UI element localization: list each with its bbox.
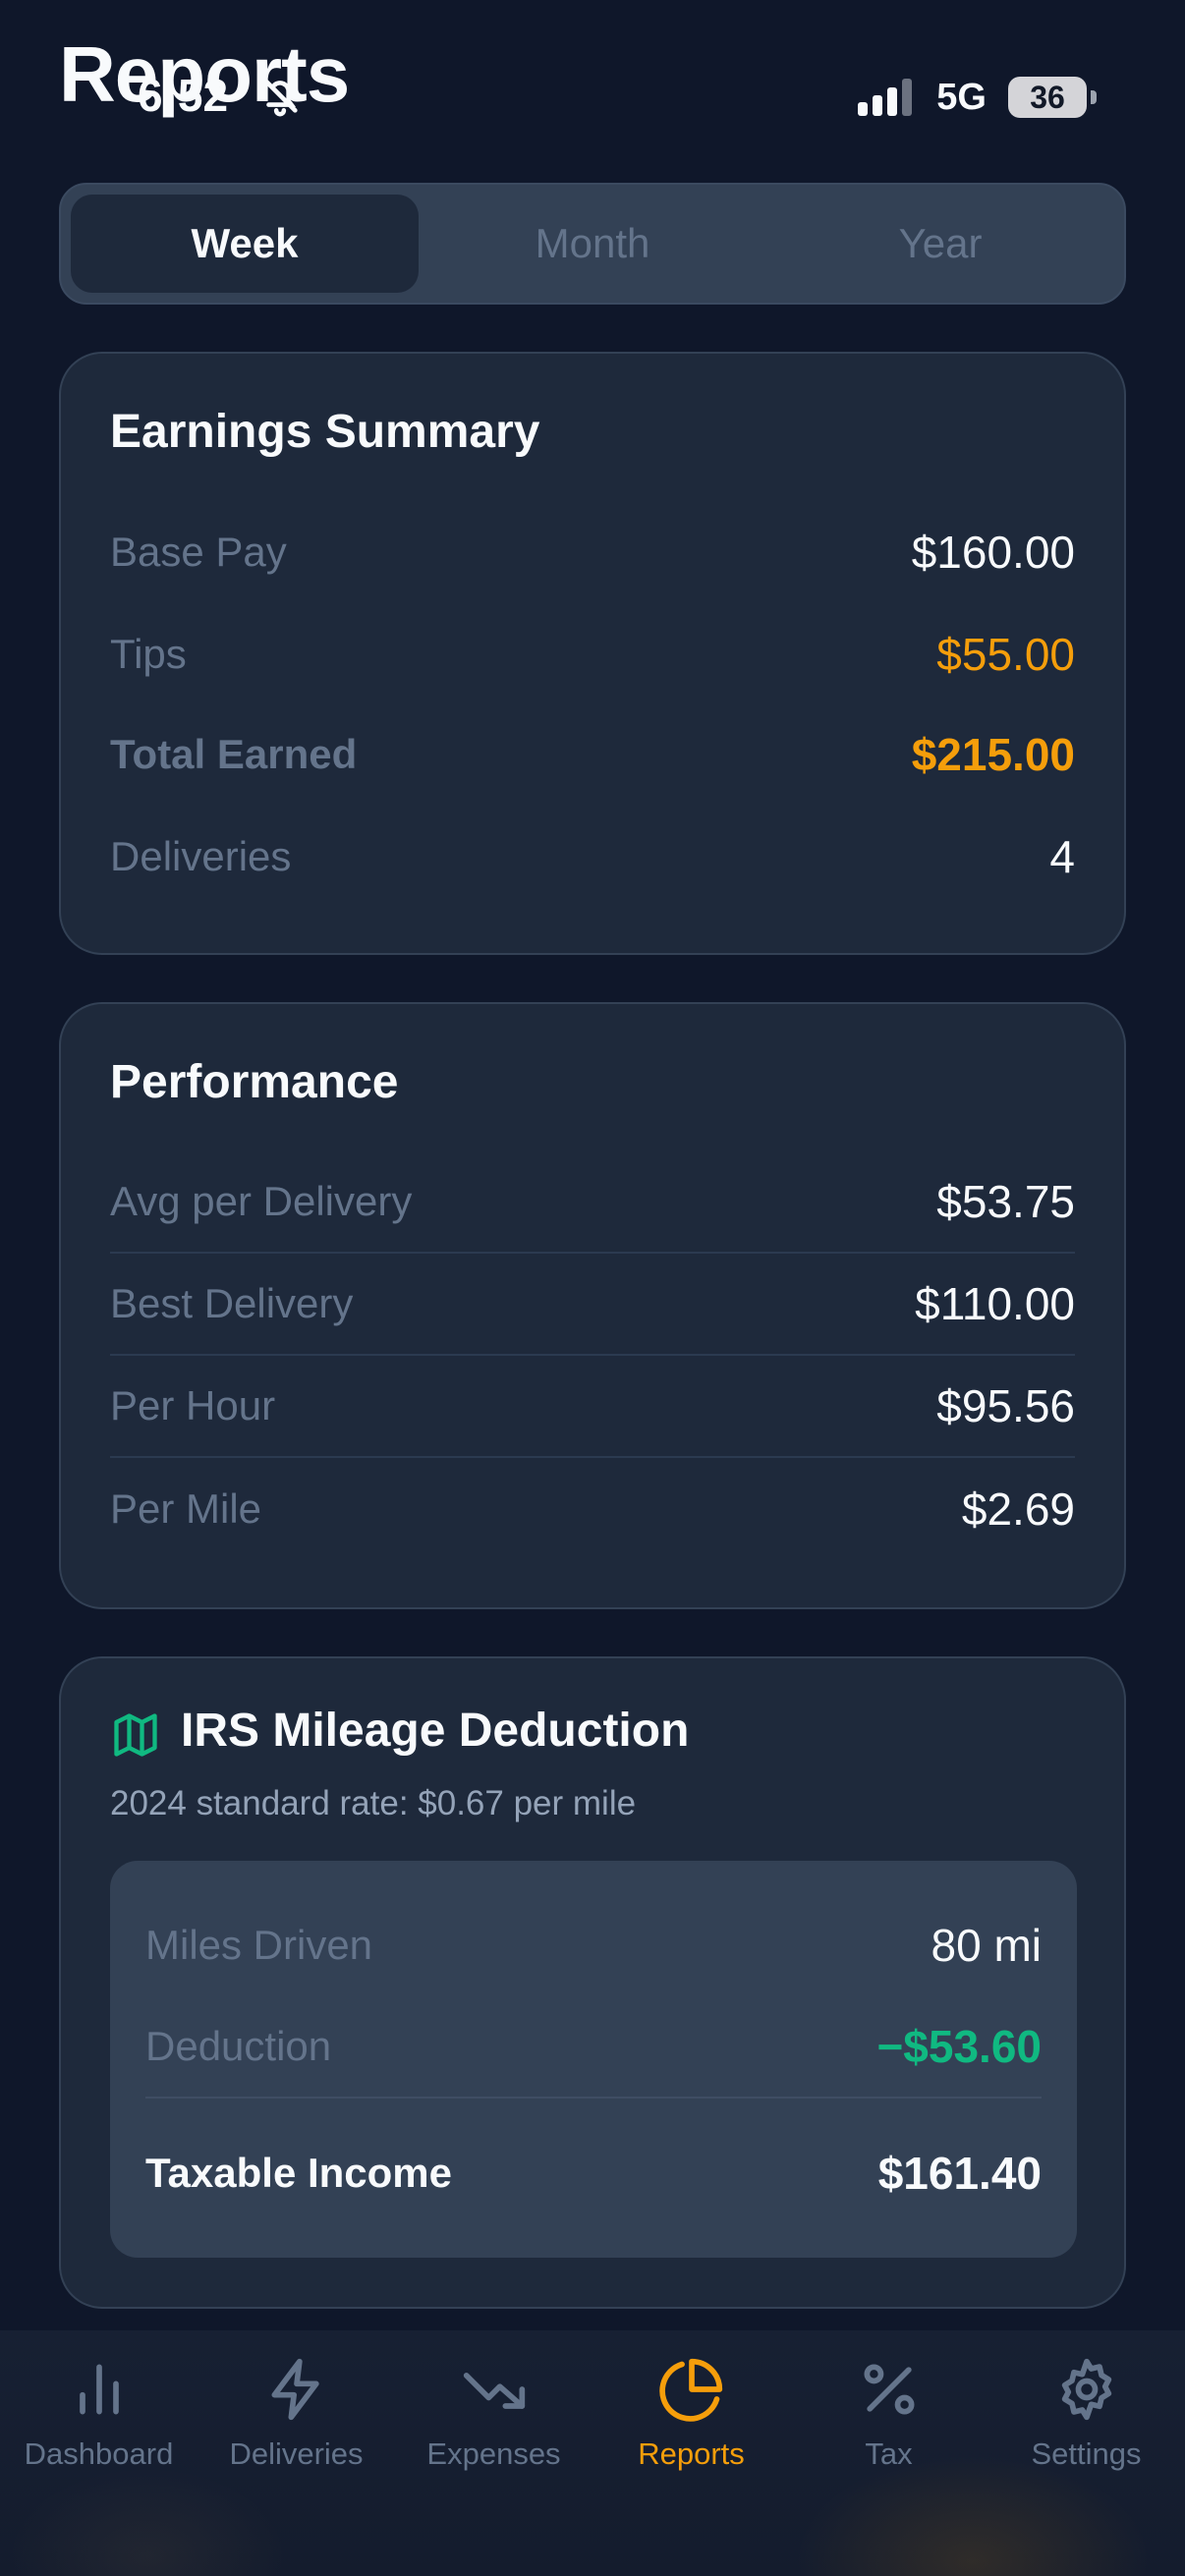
tab-month[interactable]: Month — [419, 195, 766, 293]
nav-deliveries[interactable]: Deliveries — [198, 2330, 395, 2576]
irs-mileage-card: IRS Mileage Deduction 2024 standard rate… — [59, 1656, 1126, 2309]
base-pay-row: Base Pay $160.00 — [110, 501, 1075, 603]
total-earned-label: Total Earned — [110, 731, 358, 777]
battery-icon: 36 — [1008, 77, 1097, 118]
per-mile-row: Per Mile $2.69 — [110, 1458, 1075, 1560]
miles-driven-value: 80 mi — [931, 1920, 1042, 1971]
miles-driven-label: Miles Driven — [145, 1922, 373, 1968]
deduction-row: Deduction −$53.60 — [145, 1996, 1042, 2099]
tips-row: Tips $55.00 — [110, 603, 1075, 705]
signal-icon — [858, 79, 913, 116]
best-delivery-row: Best Delivery $110.00 — [110, 1254, 1075, 1356]
avg-per-delivery-row: Avg per Delivery $53.75 — [110, 1151, 1075, 1254]
per-hour-label: Per Hour — [110, 1382, 276, 1428]
tab-year[interactable]: Year — [766, 195, 1114, 293]
nav-expenses-label: Expenses — [426, 2436, 561, 2471]
deduction-value: −$53.60 — [876, 2021, 1042, 2072]
nav-tax[interactable]: Tax — [790, 2330, 988, 2576]
performance-title: Performance — [110, 1056, 399, 1108]
irs-rate-subtitle: 2024 standard rate: $0.67 per mile — [110, 1784, 637, 1822]
nav-dashboard-label: Dashboard — [24, 2436, 174, 2471]
status-indicators: 5G 36 — [858, 73, 1097, 122]
tips-label: Tips — [110, 631, 187, 677]
tab-week[interactable]: Week — [71, 195, 419, 293]
status-bar: 6:52 5G 36 Reports — [0, 0, 1185, 187]
performance-card: Performance Avg per Delivery $53.75 Best… — [59, 1002, 1126, 1609]
base-pay-label: Base Pay — [110, 529, 287, 575]
battery-level: 36 — [1030, 79, 1065, 115]
network-type: 5G — [936, 76, 987, 118]
percent-icon — [864, 2364, 914, 2415]
reports-screen: 6:52 5G 36 Reports Week Month Year Earni… — [0, 0, 1185, 2576]
irs-mileage-title: IRS Mileage Deduction — [181, 1705, 690, 1757]
taxable-income-row: Taxable Income $161.40 — [145, 2122, 1042, 2224]
bottom-nav: Dashboard Deliveries Expenses Reports Ta… — [0, 2330, 1185, 2576]
page-title: Reports — [59, 30, 350, 118]
per-hour-value: $95.56 — [936, 1380, 1075, 1431]
gear-icon — [1061, 2358, 1111, 2421]
period-selector: Week Month Year — [59, 183, 1126, 305]
taxable-income-value: $161.40 — [877, 2148, 1042, 2199]
deliveries-value: 4 — [1049, 831, 1075, 882]
nav-dashboard[interactable]: Dashboard — [0, 2330, 198, 2576]
nav-expenses[interactable]: Expenses — [395, 2330, 592, 2576]
nav-settings-label: Settings — [1031, 2436, 1142, 2471]
lightning-icon — [271, 2358, 319, 2421]
taxable-income-label: Taxable Income — [145, 2150, 453, 2196]
deliveries-row: Deliveries 4 — [110, 806, 1075, 908]
total-earned-row: Total Earned $215.00 — [110, 703, 1075, 806]
total-earned-value: $215.00 — [911, 729, 1075, 780]
per-mile-label: Per Mile — [110, 1485, 262, 1532]
best-delivery-label: Best Delivery — [110, 1280, 354, 1326]
deliveries-label: Deliveries — [110, 833, 292, 879]
pie-chart-icon — [658, 2358, 722, 2422]
nav-reports-label: Reports — [638, 2436, 745, 2471]
bar-chart-icon — [79, 2364, 119, 2415]
nav-tax-label: Tax — [865, 2436, 913, 2471]
per-hour-row: Per Hour $95.56 — [110, 1356, 1075, 1458]
per-mile-value: $2.69 — [961, 1484, 1075, 1535]
map-icon — [114, 1713, 157, 1757]
miles-driven-row: Miles Driven 80 mi — [145, 1894, 1042, 1996]
deduction-label: Deduction — [145, 2023, 332, 2069]
trending-down-icon — [463, 2373, 525, 2409]
earnings-summary-title: Earnings Summary — [110, 406, 540, 458]
irs-calculation-panel: Miles Driven 80 mi Deduction −$53.60 Tax… — [110, 1861, 1077, 2258]
nav-deliveries-label: Deliveries — [229, 2436, 364, 2471]
tips-value: $55.00 — [936, 629, 1075, 680]
earnings-summary-card: Earnings Summary Base Pay $160.00 Tips $… — [59, 352, 1126, 955]
avg-per-delivery-value: $53.75 — [936, 1176, 1075, 1227]
nav-settings[interactable]: Settings — [988, 2330, 1185, 2576]
avg-per-delivery-label: Avg per Delivery — [110, 1178, 413, 1224]
best-delivery-value: $110.00 — [915, 1278, 1075, 1329]
base-pay-value: $160.00 — [911, 527, 1075, 578]
nav-reports[interactable]: Reports — [592, 2330, 790, 2576]
